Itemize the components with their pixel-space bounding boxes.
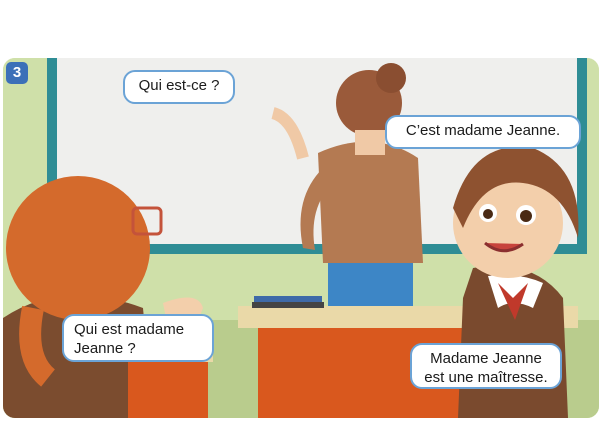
bubble-text-line-2: est une maîtresse.: [424, 369, 548, 386]
bubble-text-line-2: Jeanne ?: [74, 340, 136, 357]
bubble-text: C’est madame Jeanne.: [405, 122, 561, 139]
exercise-number-badge: 3: [6, 62, 28, 84]
bubble-text-line-1: Madame Jeanne: [430, 350, 542, 367]
speech-bubble-answer-1: C’est madame Jeanne.: [385, 115, 581, 149]
speech-bubble-question-2: Qui est madame Jeanne ?: [62, 314, 214, 362]
girl-desk: [128, 358, 208, 418]
illustration-scene: 3 Qui est-ce ? C’est madame Jeanne. Qui …: [0, 0, 605, 423]
speech-bubble-answer-2: Madame Jeanne est une maîtresse.: [410, 343, 562, 389]
speech-bubble-question-1: Qui est-ce ?: [123, 70, 235, 104]
bubble-text: Qui est-ce ?: [138, 77, 220, 94]
bubble-text-line-1: Qui est madame: [74, 321, 185, 338]
